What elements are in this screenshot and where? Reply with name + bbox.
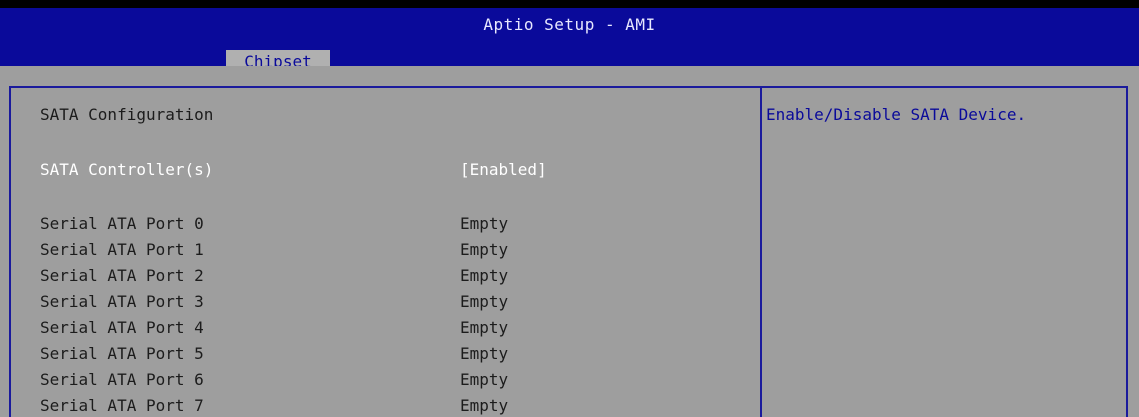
app-title: Aptio Setup - AMI <box>483 15 656 34</box>
sata-port-label: Serial ATA Port 2 <box>40 266 204 285</box>
sata-port-value: Empty <box>460 292 509 311</box>
sata-port-label: Serial ATA Port 0 <box>40 214 204 233</box>
sata-port-value: Empty <box>460 240 509 259</box>
sata-controller-label[interactable]: SATA Controller(s) <box>40 160 213 179</box>
sata-port-value: Empty <box>460 266 509 285</box>
sata-port-value: Empty <box>460 370 509 389</box>
sata-port-value: Empty <box>460 396 509 415</box>
sata-port-value: Empty <box>460 318 509 337</box>
section-title: SATA Configuration <box>40 105 214 124</box>
sata-port-label: Serial ATA Port 4 <box>40 318 204 337</box>
sata-port-value: Empty <box>460 214 509 233</box>
sata-port-label: Serial ATA Port 7 <box>40 396 204 415</box>
sata-port-label: Serial ATA Port 3 <box>40 292 204 311</box>
sata-controller-value[interactable]: [Enabled] <box>460 160 547 179</box>
sata-port-label: Serial ATA Port 5 <box>40 344 204 363</box>
sata-port-label: Serial ATA Port 6 <box>40 370 204 389</box>
panel-divider <box>760 86 762 417</box>
help-text: Enable/Disable SATA Device. <box>766 105 1027 124</box>
sata-port-label: Serial ATA Port 1 <box>40 240 204 259</box>
sata-port-value: Empty <box>460 344 509 363</box>
header-bar: Aptio Setup - AMI Chipset <box>0 8 1139 74</box>
